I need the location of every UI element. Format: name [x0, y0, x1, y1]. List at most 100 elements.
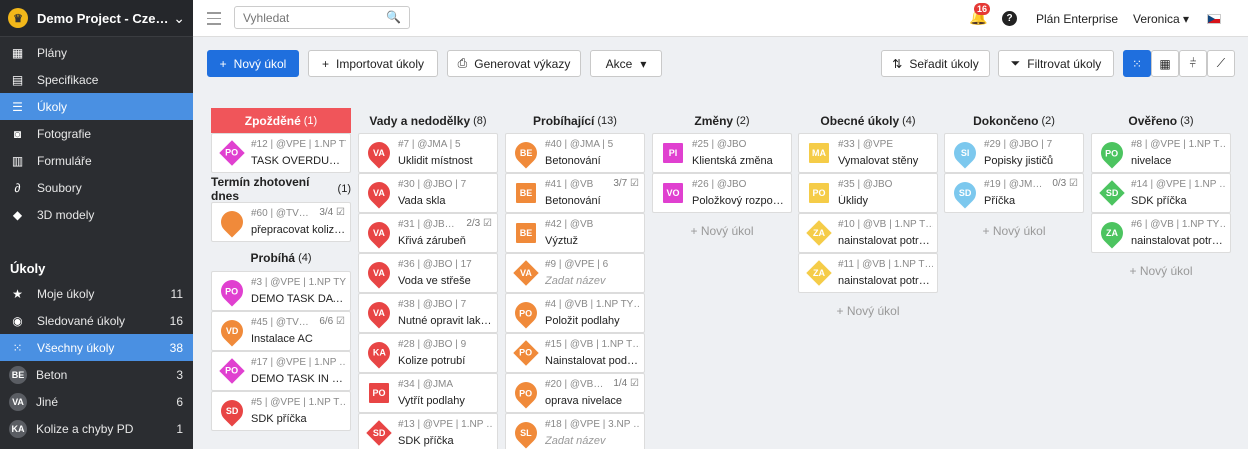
task-card[interactable]: PO #15 | @VB | 1.NP T… Nainstalovat podl… — [505, 333, 645, 373]
task-card[interactable]: VA #30 | @JBO | 7 Vada skla — [358, 173, 498, 213]
task-card[interactable]: #60 | @TV… přepracovat koliz… 3/4 ☑ — [211, 202, 351, 242]
task-card[interactable]: SD #13 | @VPE | 1.NP … SDK příčka — [358, 413, 498, 449]
line-chart-icon: ⟋ — [1216, 56, 1226, 70]
task-title: Betonování — [545, 195, 601, 207]
nav-item-3[interactable]: ◙ Fotografie — [0, 120, 193, 147]
task-filter-0[interactable]: ★ Moje úkoly 11 — [0, 280, 193, 307]
task-card[interactable]: PO #12 | @VPE | 1.NP TY… TASK OVERDUE … — [211, 133, 351, 173]
task-card[interactable]: PO #17 | @VPE | 1.NP … DEMO TASK IN … — [211, 351, 351, 391]
checklist-progress: 6/6 ☑ — [317, 316, 345, 327]
task-card[interactable]: ZA #10 | @VB | 1.NP T… nainstalovat potr… — [798, 213, 938, 253]
task-marker-icon: SL — [510, 417, 542, 449]
calendar-view-button[interactable]: ▦ — [1151, 50, 1179, 77]
task-card[interactable]: PO #35 | @JBO Úklidy — [798, 173, 938, 213]
task-title: nivelace — [1131, 155, 1172, 167]
gantt-view-button[interactable]: ⫩ — [1179, 50, 1207, 77]
task-badge: BE — [519, 148, 533, 159]
column-title: Vady a nedodělky — [369, 113, 471, 128]
task-card[interactable]: SI #29 | @JBO | 7 Popisky jističů — [944, 133, 1084, 173]
task-card[interactable]: SL #18 | @VPE | 3.NP … Zadat název — [505, 413, 645, 449]
czech-flag-icon[interactable] — [1207, 14, 1221, 24]
task-filter-2[interactable]: ⁙ Všechny úkoly 38 — [0, 334, 193, 361]
nav-item-1[interactable]: ▤ Specifikace — [0, 66, 193, 93]
task-card[interactable]: PO #8 | @VPE | 1.NP T… nivelace — [1091, 133, 1231, 173]
task-card[interactable]: SD #14 | @VPE | 1.NP … SDK příčka — [1091, 173, 1231, 213]
task-card[interactable]: PO #4 | @VB | 1.NP TY… Položit podlahy — [505, 293, 645, 333]
task-card[interactable]: VA #7 | @JMA | 5 Uklidit místnost — [358, 133, 498, 173]
plan-link[interactable]: Plán Enterprise — [1036, 12, 1118, 26]
import-tasks-button[interactable]: + Importovat úkoly — [308, 50, 438, 77]
hamburger-icon[interactable] — [207, 12, 221, 29]
task-filter-5[interactable]: KA Kolize a chyby PD 1 — [0, 415, 193, 442]
task-card[interactable]: SD #19 | @JM… Příčka 0/3 ☑ — [944, 173, 1084, 213]
task-filter-1[interactable]: ◉ Sledované úkoly 16 — [0, 307, 193, 334]
board-column: Probíhající (13) BE #40 | @JMA | 5 Betonován… — [505, 108, 645, 449]
search-input[interactable] — [235, 7, 375, 29]
task-marker-icon: SD — [366, 420, 392, 446]
nav-item-2[interactable]: ☰ Úkoly — [0, 93, 193, 120]
task-marker-icon: ZA — [806, 260, 832, 286]
column-header: Vady a nedodělky (8) — [358, 108, 498, 133]
board-column: Změny (2) PI #25 | @JBO Klientská změna VO #26… — [652, 108, 792, 248]
task-filter-4[interactable]: VA Jiné 6 — [0, 388, 193, 415]
add-task-link[interactable]: + Nový úkol — [652, 213, 792, 248]
nav-item-label: Fotografie — [37, 126, 92, 141]
nav-item-4[interactable]: ▥ Formuláře — [0, 147, 193, 174]
task-title: Instalace AC — [251, 333, 313, 345]
add-task-link[interactable]: + Nový úkol — [798, 293, 938, 328]
task-badge: SD — [372, 427, 386, 438]
task-card[interactable]: VD #45 | @TV… Instalace AC 6/6 ☑ — [211, 311, 351, 351]
task-card[interactable]: ZA #6 | @VB | 1.NP TY… nainstalovat potr… — [1091, 213, 1231, 253]
nav-item-label: Soubory — [37, 180, 82, 195]
grid-icon: ⁙ — [1131, 56, 1143, 71]
task-badge: SL — [520, 428, 532, 439]
task-card[interactable]: PO #34 | @JMA Vytřít podlahy — [358, 373, 498, 413]
task-card[interactable]: MA #33 | @VPE Vymalovat stěny — [798, 133, 938, 173]
project-switcher[interactable]: ♛ Demo Project - Cze… ⌄ — [0, 0, 193, 37]
task-filter-3[interactable]: BE Beton 3 — [0, 361, 193, 388]
task-card[interactable]: ZA #11 | @VB | 1.NP T… nainstalovat potr… — [798, 253, 938, 293]
task-title: SDK příčka — [398, 435, 454, 447]
add-task-link[interactable]: + Nový úkol — [1091, 253, 1231, 288]
task-badge: PO — [812, 188, 826, 198]
help-icon[interactable]: ? — [1002, 11, 1017, 26]
nav-item-5[interactable]: ∂ Soubory — [0, 174, 193, 201]
nav-item-0[interactable]: ▦ Plány — [0, 39, 193, 66]
task-card[interactable]: VO #26 | @JBO Položkový rozpoč… — [652, 173, 792, 213]
actions-dropdown[interactable]: Akce ▾ — [590, 50, 662, 77]
filter-icon: ⏷ — [1010, 56, 1021, 70]
user-menu[interactable]: Veronica ▾ — [1133, 12, 1189, 26]
task-card[interactable]: PO #3 | @VPE | 1.NP TYP… DEMO TASK DATE — [211, 271, 351, 311]
task-card[interactable]: VA #36 | @JBO | 17 Voda ve střeše — [358, 253, 498, 293]
generate-reports-button[interactable]: ⎙ Generovat výkazy — [447, 50, 581, 77]
task-card[interactable]: BE #40 | @JMA | 5 Betonování — [505, 133, 645, 173]
filter-tasks-button[interactable]: ⏷ Filtrovat úkoly — [998, 50, 1114, 77]
nav-item-6[interactable]: ◆ 3D modely — [0, 201, 193, 228]
task-title: nainstalovat potr… — [838, 235, 930, 247]
task-card[interactable]: VA #9 | @VPE | 6 Zadat název — [505, 253, 645, 293]
task-card[interactable]: BE #41 | @VB Betonování 3/7 ☑ — [505, 173, 645, 213]
task-marker-icon: SD — [216, 395, 248, 427]
column-header: Probíhající (13) — [505, 108, 645, 133]
card-list: PO #8 | @VPE | 1.NP T… nivelace SD #14 | @VP… — [1091, 133, 1231, 253]
chart-view-button[interactable]: ⟋ — [1207, 50, 1235, 77]
category-avatar: VA — [9, 392, 27, 411]
task-badge: BE — [519, 188, 533, 198]
new-task-button[interactable]: + Nový úkol — [207, 50, 299, 77]
task-card[interactable]: KA #28 | @JBO | 9 Kolize potrubí — [358, 333, 498, 373]
task-meta: #36 | @JBO | 17 — [398, 259, 472, 270]
search-icon[interactable]: 🔍 — [386, 10, 401, 24]
nav-item-label: Plány — [37, 45, 68, 60]
task-card[interactable]: SD #5 | @VPE | 1.NP T… SDK příčka — [211, 391, 351, 431]
board-view-button[interactable]: ⁙ — [1123, 50, 1151, 77]
task-card[interactable]: VA #38 | @JBO | 7 Nutné opravit lak… — [358, 293, 498, 333]
notifications-button[interactable]: 🔔 16 — [969, 3, 991, 28]
sort-tasks-button[interactable]: ⇅ Seřadit úkoly — [881, 50, 990, 77]
task-badge: PO — [519, 308, 533, 319]
subsection-title: Termín zhotovení dnes — [211, 174, 310, 203]
task-card[interactable]: VA #31 | @JB… Křivá zárubeň 2/3 ☑ — [358, 213, 498, 253]
task-card[interactable]: BE #42 | @VB Výztuž — [505, 213, 645, 253]
task-card[interactable]: PI #25 | @JBO Klientská změna — [652, 133, 792, 173]
task-card[interactable]: PO #20 | @VB… oprava nivelace 1/4 ☑ — [505, 373, 645, 413]
add-task-link[interactable]: + Nový úkol — [944, 213, 1084, 248]
